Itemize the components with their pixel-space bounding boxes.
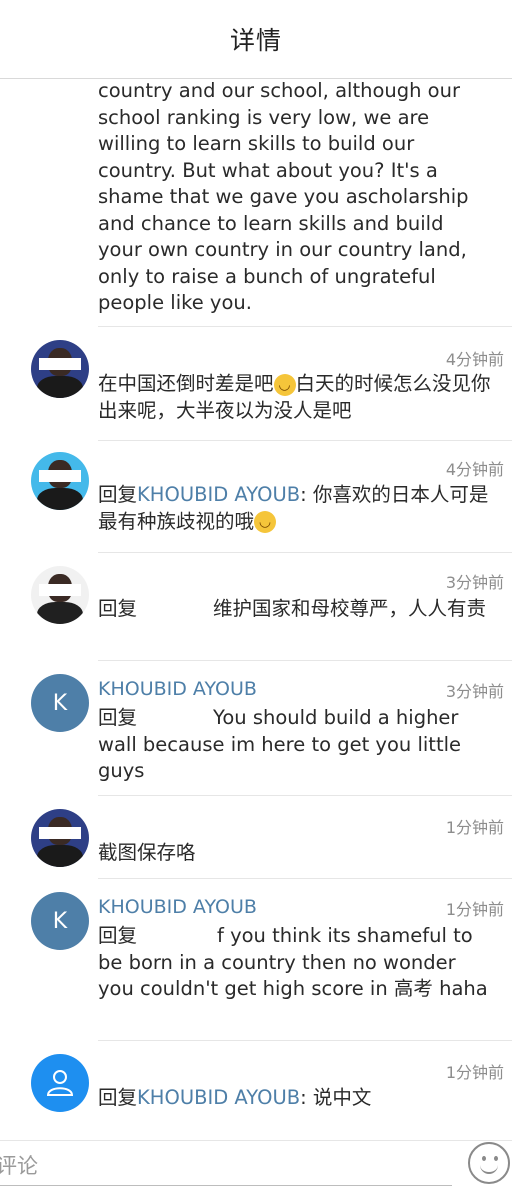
comment-time: 4分钟前 xyxy=(445,460,504,479)
divider xyxy=(98,1040,512,1041)
default-user-icon xyxy=(46,1070,74,1096)
comment-text: 回复 维护国家和母校尊严，人人有责 xyxy=(98,596,493,623)
reply-prefix: 回复 xyxy=(98,1086,138,1109)
comment-time: 3分钟前 xyxy=(445,573,504,592)
avatar[interactable] xyxy=(31,809,89,867)
divider xyxy=(98,878,512,879)
comment-list[interactable]: country and our school, although our sch… xyxy=(0,0,512,1140)
mention-link[interactable]: KHOUBID AYOUB xyxy=(137,1086,300,1109)
divider xyxy=(98,552,512,553)
comment-time: 4分钟前 xyxy=(445,350,504,369)
comment-text: 回复KHOUBID AYOUB: 说中文 xyxy=(98,1085,493,1112)
page-title: 详情 xyxy=(229,26,282,55)
avatar[interactable] xyxy=(31,340,89,398)
input-underline xyxy=(0,1185,452,1186)
redacted-name xyxy=(137,598,214,621)
comment-text: 回复 You should build a higher wall because… xyxy=(98,705,493,785)
comment-time: 3分钟前 xyxy=(445,682,504,701)
smiley-emoji-icon: ◡ xyxy=(254,511,277,533)
app-header: 详情 xyxy=(0,0,512,79)
comment-text: 回复KHOUBID AYOUB: 你喜欢的日本人可是最有种族歧视的哦 ◡ xyxy=(98,482,493,535)
commenter-name[interactable]: KHOUBID AYOUB xyxy=(98,896,257,918)
comment-text-part: : 说中文 xyxy=(300,1086,372,1109)
mention-link[interactable]: KHOUBID AYOUB xyxy=(137,483,300,506)
comment-time: 1分钟前 xyxy=(445,900,504,919)
comment-text-part: 维护国家和母校尊严，人人有责 xyxy=(213,597,487,620)
comment-input[interactable]: 评论 xyxy=(0,1141,436,1199)
commenter-name[interactable]: KHOUBID AYOUB xyxy=(98,678,257,700)
avatar[interactable] xyxy=(31,1054,89,1112)
comment-text: 截图保存咯 xyxy=(98,841,196,864)
redacted-name xyxy=(137,707,214,730)
comment-bar: 评论 xyxy=(0,1140,512,1201)
divider xyxy=(98,660,512,661)
reply-prefix: 回复 xyxy=(98,483,138,506)
redacted-name xyxy=(137,925,218,948)
divider xyxy=(98,795,512,796)
comment-text: country and our school, although our sch… xyxy=(98,79,469,314)
comment-text-part: 在中国还倒时差是吧 xyxy=(98,372,274,395)
grinning-sweat-emoji-icon: ◡ xyxy=(273,373,296,396)
comment-text: 回复 f you think its shameful to be born in… xyxy=(98,923,493,1003)
reply-prefix: 回复 xyxy=(98,924,138,947)
divider xyxy=(98,326,512,327)
divider xyxy=(98,440,512,441)
comment-time: 1分钟前 xyxy=(445,1063,504,1082)
avatar[interactable] xyxy=(31,566,89,624)
avatar[interactable]: K xyxy=(31,892,89,950)
avatar[interactable] xyxy=(31,452,89,510)
smiley-icon[interactable] xyxy=(468,1142,510,1184)
reply-prefix: 回复 xyxy=(98,597,138,620)
comment-text: 在中国还倒时差是吧 ◡ 白天的时候怎么没见你出来呢，大半夜以为没人是吧 xyxy=(98,371,493,424)
avatar[interactable]: K xyxy=(31,674,89,732)
reply-prefix: 回复 xyxy=(98,706,138,729)
comment-time: 1分钟前 xyxy=(445,818,504,837)
